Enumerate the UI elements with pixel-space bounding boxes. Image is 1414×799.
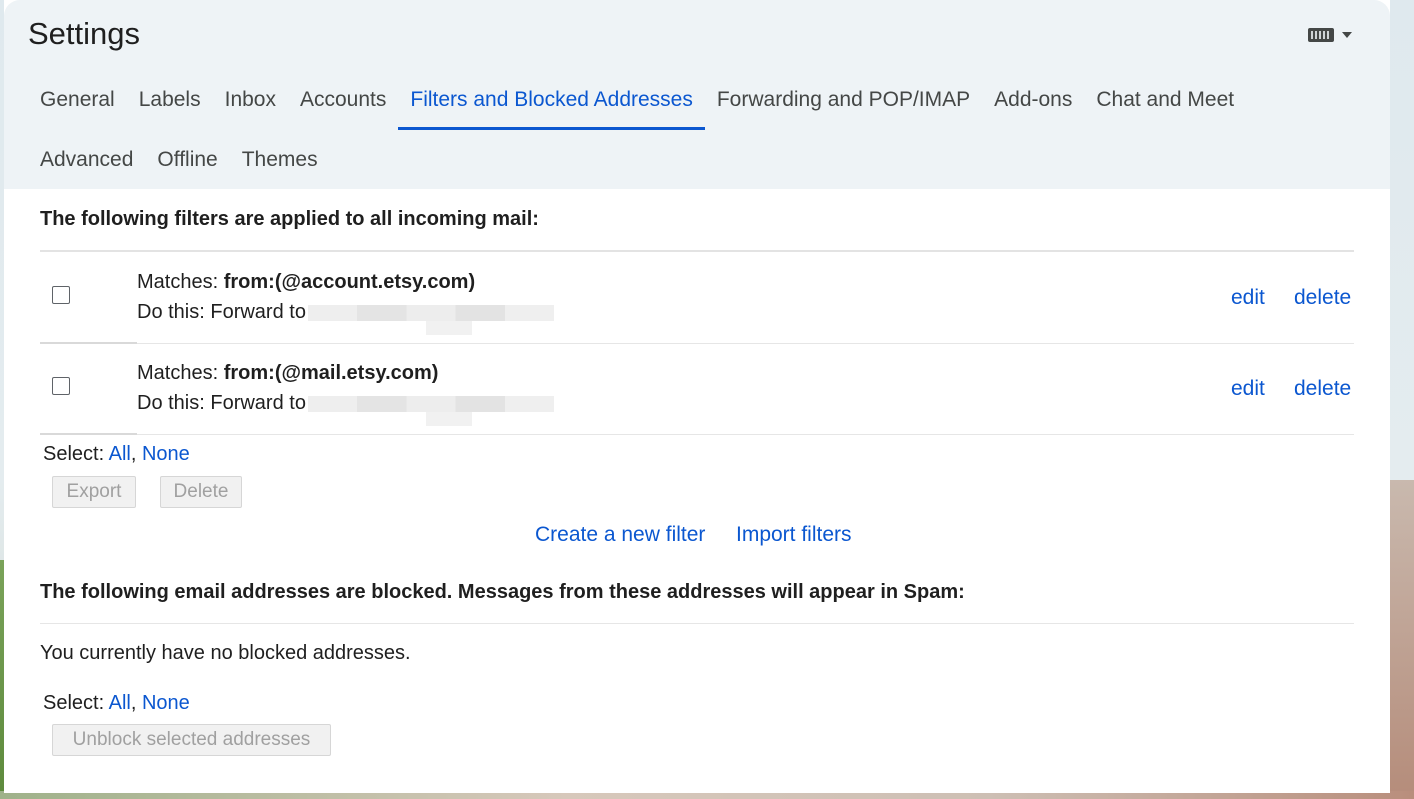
filter-action-prefix: Do this: Forward to <box>137 392 306 414</box>
redacted-email <box>307 304 554 335</box>
filter-checkbox[interactable] <box>52 286 70 304</box>
select-all-link[interactable]: All <box>109 692 131 714</box>
tab-general[interactable]: General <box>40 70 127 130</box>
chevron-down-icon <box>1342 32 1352 38</box>
filter-matches-value: from:(@account.etsy.com) <box>223 271 476 293</box>
import-filters-link[interactable]: Import filters <box>736 523 852 547</box>
delete-button[interactable]: Delete <box>160 476 242 508</box>
filter-matches-value: from:(@mail.etsy.com) <box>223 362 439 384</box>
tab-add-ons[interactable]: Add-ons <box>982 70 1084 130</box>
tab-accounts[interactable]: Accounts <box>288 70 398 130</box>
settings-header: Settings General Labels Inbox Accounts F… <box>4 0 1390 189</box>
blocked-empty-text: You currently have no blocked addresses. <box>40 642 411 664</box>
filter-edit-link[interactable]: edit <box>1231 286 1265 310</box>
input-tools-button[interactable] <box>1308 28 1352 42</box>
export-button[interactable]: Export <box>52 476 136 508</box>
tab-themes[interactable]: Themes <box>230 130 330 190</box>
tab-labels[interactable]: Labels <box>127 70 213 130</box>
row-divider-left <box>40 433 137 435</box>
filter-action-prefix: Do this: Forward to <box>137 301 306 323</box>
filter-delete-link[interactable]: delete <box>1294 377 1351 401</box>
row-divider <box>137 434 1354 435</box>
tab-offline[interactable]: Offline <box>145 130 229 190</box>
tab-forwarding-and-pop-imap[interactable]: Forwarding and POP/IMAP <box>705 70 982 130</box>
filter-edit-link[interactable]: edit <box>1231 377 1265 401</box>
unblock-selected-button[interactable]: Unblock selected addresses <box>52 724 331 756</box>
redacted-email <box>307 395 554 426</box>
select-all-link[interactable]: All <box>109 443 131 465</box>
tab-inbox[interactable]: Inbox <box>213 70 288 130</box>
filters-select: Select: All, None <box>43 443 190 465</box>
filter-matches: Matches: from:(@mail.etsy.com) <box>137 362 438 385</box>
tab-chat-and-meet[interactable]: Chat and Meet <box>1084 70 1246 130</box>
filter-checkbox[interactable] <box>52 377 70 395</box>
tab-advanced[interactable]: Advanced <box>40 130 145 190</box>
tabs-row-2: Advanced Offline Themes <box>40 130 330 190</box>
create-filter-link[interactable]: Create a new filter <box>535 523 705 547</box>
filters-heading: The following filters are applied to all… <box>40 208 539 230</box>
select-none-link[interactable]: None <box>142 692 190 714</box>
filter-row: Matches: from:(@account.etsy.com) Do thi… <box>40 252 1354 343</box>
tab-filters-and-blocked-addresses[interactable]: Filters and Blocked Addresses <box>398 70 706 130</box>
select-label: Select: <box>43 443 105 465</box>
select-label: Select: <box>43 692 105 714</box>
blocked-select: Select: All, None <box>43 692 190 714</box>
filter-delete-link[interactable]: delete <box>1294 286 1351 310</box>
tabs-row-1: General Labels Inbox Accounts Filters an… <box>40 70 1246 130</box>
select-none-link[interactable]: None <box>142 443 190 465</box>
filter-matches-prefix: Matches: <box>137 271 219 293</box>
filter-matches-prefix: Matches: <box>137 362 219 384</box>
blocked-divider <box>40 623 1354 624</box>
keyboard-icon <box>1308 28 1334 42</box>
filter-action: Do this: Forward to <box>137 392 554 426</box>
blocked-heading: The following email addresses are blocke… <box>40 581 965 603</box>
filter-matches: Matches: from:(@account.etsy.com) <box>137 271 475 294</box>
filter-action: Do this: Forward to <box>137 301 554 335</box>
filter-row: Matches: from:(@mail.etsy.com) Do this: … <box>40 343 1354 434</box>
page-title: Settings <box>28 16 141 51</box>
